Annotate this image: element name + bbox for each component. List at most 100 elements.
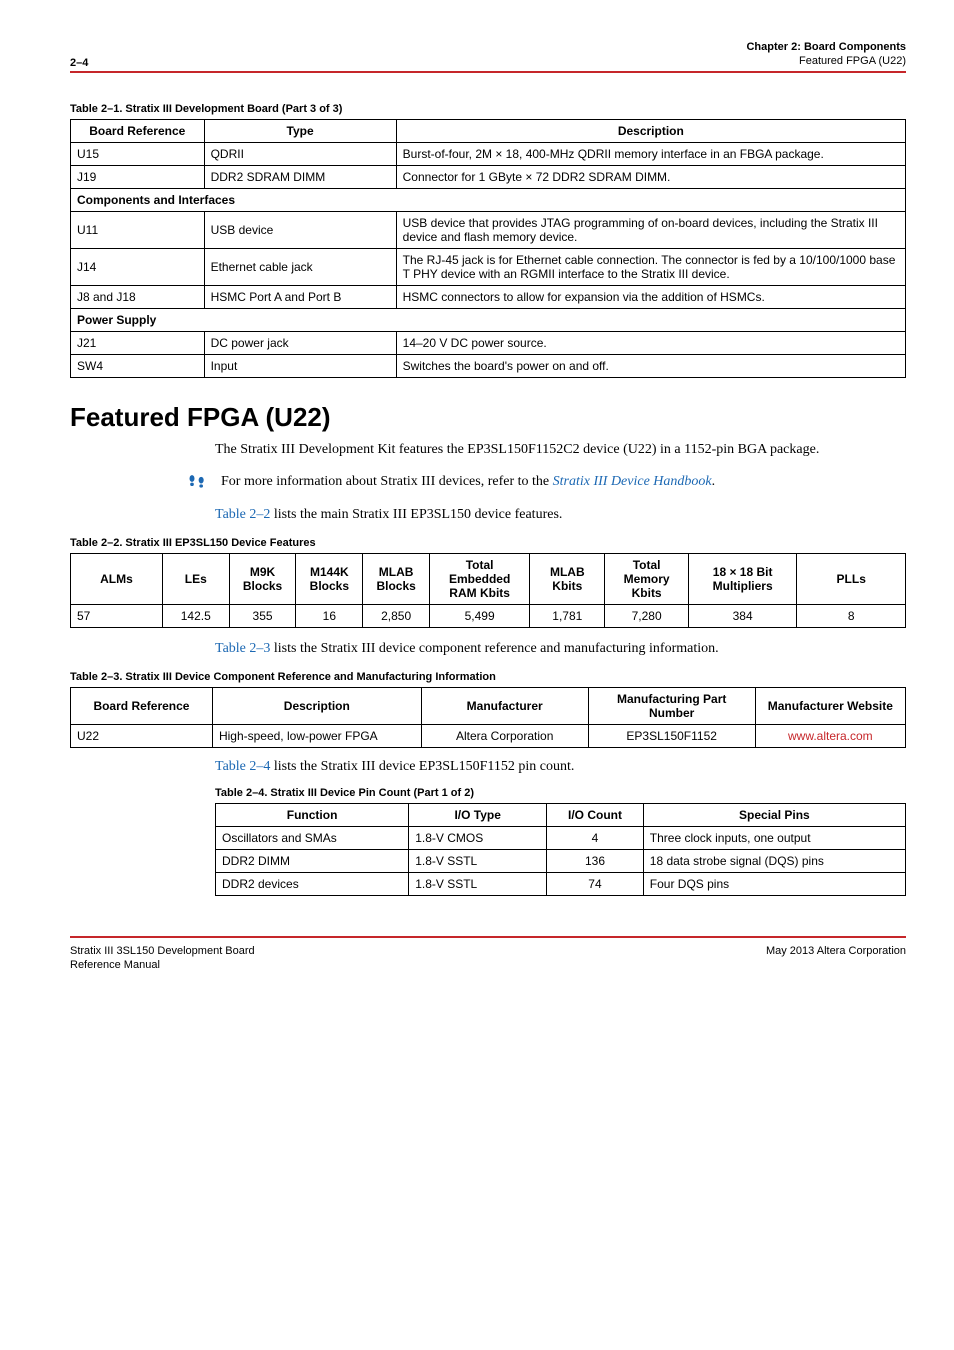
table-2-2-link[interactable]: Table 2–2 [215, 507, 270, 522]
cell: 384 [688, 605, 797, 628]
col-manufacturer: Manufacturer [421, 688, 588, 725]
handbook-link[interactable]: Stratix III Device Handbook [553, 474, 712, 489]
cell-type: QDRII [204, 142, 396, 165]
cell: 8 [797, 605, 906, 628]
page-header: 2–4 Chapter 2: Board Components Featured… [70, 40, 906, 69]
ref-post: . [712, 474, 716, 489]
cell-mfr: Altera Corporation [421, 725, 588, 748]
cell-io: 1.8-V CMOS [409, 827, 547, 850]
cell-desc: Connector for 1 GByte × 72 DDR2 SDRAM DI… [396, 165, 905, 188]
cell-desc: High-speed, low-power FPGA [212, 725, 421, 748]
table-header-row: Function I/O Type I/O Count Special Pins [216, 804, 906, 827]
col-function: Function [216, 804, 409, 827]
cell-fn: Oscillators and SMAs [216, 827, 409, 850]
ref-pre: For more information about Stratix III d… [221, 474, 553, 489]
table-2-4: Function I/O Type I/O Count Special Pins… [215, 803, 906, 896]
cell-ref: U11 [71, 211, 205, 248]
cell: 1,781 [530, 605, 605, 628]
cell-ref: J8 and J18 [71, 285, 205, 308]
table-row: DDR2 DIMM 1.8-V SSTL 136 18 data strobe … [216, 850, 906, 873]
footer-right: May 2013 Altera Corporation [766, 944, 906, 973]
page-footer: Stratix III 3SL150 Development Board Ref… [70, 944, 906, 973]
table-2-2: ALMs LEs M9K Blocks M144K Blocks MLAB Bl… [70, 553, 906, 628]
cell-type: Input [204, 354, 396, 377]
chapter-title: Chapter 2: Board Components [746, 40, 906, 54]
table-2-4-intro: Table 2–4 lists the Stratix III device E… [215, 758, 906, 777]
table-row: J21 DC power jack 14–20 V DC power sourc… [71, 331, 906, 354]
table-2-2-caption: Table 2–2. Stratix III EP3SL150 Device F… [70, 537, 906, 549]
table-2-3-link[interactable]: Table 2–3 [215, 641, 270, 656]
col-description: Description [396, 119, 905, 142]
table-row: 57 142.5 355 16 2,850 5,499 1,781 7,280 … [71, 605, 906, 628]
table-header-row: Board Reference Type Description [71, 119, 906, 142]
cell-io: 1.8-V SSTL [409, 850, 547, 873]
cell-cnt: 4 [547, 827, 644, 850]
col-special-pins: Special Pins [643, 804, 905, 827]
table-row: U15 QDRII Burst-of-four, 2M × 18, 400-MH… [71, 142, 906, 165]
cell-type: Ethernet cable jack [204, 248, 396, 285]
col-mlab-kbits: MLAB Kbits [530, 554, 605, 605]
cell-sp: 18 data strobe signal (DQS) pins [643, 850, 905, 873]
table-header-row: ALMs LEs M9K Blocks M144K Blocks MLAB Bl… [71, 554, 906, 605]
cell-ref: J19 [71, 165, 205, 188]
col-description: Description [212, 688, 421, 725]
cell: 142.5 [162, 605, 229, 628]
col-type: Type [204, 119, 396, 142]
table-2-1: Board Reference Type Description U15 QDR… [70, 119, 906, 378]
footsteps-icon [187, 474, 207, 492]
cell-fn: DDR2 devices [216, 873, 409, 896]
table-2-4-caption: Table 2–4. Stratix III Device Pin Count … [215, 787, 906, 799]
handbook-reference-text: For more information about Stratix III d… [221, 473, 715, 492]
cell-type: HSMC Port A and Port B [204, 285, 396, 308]
table-2-3: Board Reference Description Manufacturer… [70, 687, 906, 748]
col-board-reference: Board Reference [71, 119, 205, 142]
cell: 7,280 [605, 605, 689, 628]
manufacturer-website-link[interactable]: www.altera.com [755, 725, 905, 748]
table-2-2-intro: Table 2–2 lists the main Stratix III EP3… [215, 506, 906, 525]
table-2-1-caption: Table 2–1. Stratix III Development Board… [70, 103, 906, 115]
cell: 355 [229, 605, 296, 628]
table-header-row: Board Reference Description Manufacturer… [71, 688, 906, 725]
col-part-number: Manufacturing Part Number [588, 688, 755, 725]
handbook-reference-row: For more information about Stratix III d… [187, 473, 906, 492]
intro-text: lists the Stratix III device component r… [270, 641, 718, 656]
table-2-4-link[interactable]: Table 2–4 [215, 759, 270, 774]
cell-ref: U22 [71, 725, 213, 748]
section-row-components: Components and Interfaces [71, 188, 906, 211]
col-total-mem: Total Memory Kbits [605, 554, 689, 605]
intro-text: lists the main Stratix III EP3SL150 devi… [270, 507, 562, 522]
cell-ref: U15 [71, 142, 205, 165]
footer-rule [70, 936, 906, 938]
page-number: 2–4 [70, 57, 88, 69]
cell-ref: J14 [71, 248, 205, 285]
table-row: U11 USB device USB device that provides … [71, 211, 906, 248]
table-row: DDR2 devices 1.8-V SSTL 74 Four DQS pins [216, 873, 906, 896]
table-row: J8 and J18 HSMC Port A and Port B HSMC c… [71, 285, 906, 308]
featured-paragraph-1: The Stratix III Development Kit features… [215, 441, 906, 460]
col-mlab: MLAB Blocks [363, 554, 430, 605]
col-board-ref: Board Reference [71, 688, 213, 725]
footer-doc-title: Stratix III 3SL150 Development Board [70, 944, 255, 958]
cell-cnt: 74 [547, 873, 644, 896]
table-2-3-intro: Table 2–3 lists the Stratix III device c… [215, 640, 906, 659]
col-plls: PLLs [797, 554, 906, 605]
table-row: J19 DDR2 SDRAM DIMM Connector for 1 GByt… [71, 165, 906, 188]
cell: 5,499 [430, 605, 530, 628]
cell-type: USB device [204, 211, 396, 248]
col-total-ram: Total Embedded RAM Kbits [430, 554, 530, 605]
table-row: J14 Ethernet cable jack The RJ-45 jack i… [71, 248, 906, 285]
cell-desc: HSMC connectors to allow for expansion v… [396, 285, 905, 308]
cell-ref: J21 [71, 331, 205, 354]
col-website: Manufacturer Website [755, 688, 905, 725]
cell: 16 [296, 605, 363, 628]
section-label: Components and Interfaces [71, 188, 906, 211]
cell-type: DDR2 SDRAM DIMM [204, 165, 396, 188]
col-io-count: I/O Count [547, 804, 644, 827]
cell: 2,850 [363, 605, 430, 628]
footer-doc-subtitle: Reference Manual [70, 958, 255, 972]
col-les: LEs [162, 554, 229, 605]
col-m9k: M9K Blocks [229, 554, 296, 605]
table-row: SW4 Input Switches the board's power on … [71, 354, 906, 377]
section-row-power: Power Supply [71, 308, 906, 331]
cell-desc: USB device that provides JTAG programmin… [396, 211, 905, 248]
